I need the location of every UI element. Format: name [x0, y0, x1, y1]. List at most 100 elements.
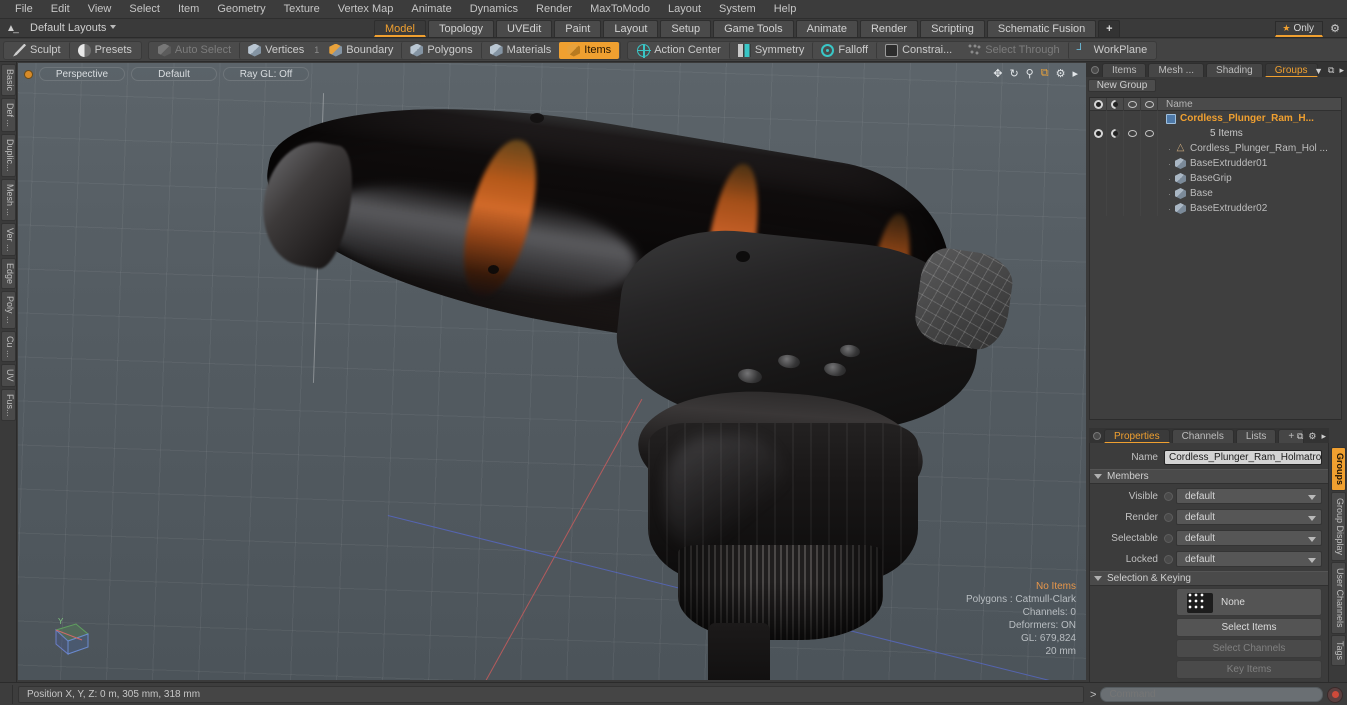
play-icon[interactable]: ▸	[1339, 65, 1344, 76]
tab-topology[interactable]: Topology	[427, 20, 495, 37]
row-visible-toggle[interactable]	[1090, 126, 1107, 141]
left-tab-vertex[interactable]: Ver ...	[1, 222, 16, 257]
row-render-toggle[interactable]	[1107, 201, 1124, 216]
move-icon[interactable]: ✥	[993, 67, 1002, 80]
auto-select-button[interactable]: Auto Select	[150, 42, 239, 59]
left-tab-polygon[interactable]: Poly ...	[1, 291, 16, 329]
viewport-3d[interactable]: Perspective Default Ray GL: Off ✥ ↻ ⚲ ⧉ …	[18, 63, 1086, 680]
tab-scripting[interactable]: Scripting	[920, 20, 985, 37]
panel-tab-groups[interactable]: Groups	[1264, 63, 1318, 77]
tab-render[interactable]: Render	[859, 20, 919, 37]
tab-uvedit[interactable]: UVEdit	[496, 20, 553, 37]
materials-button[interactable]: Materials	[480, 41, 560, 59]
row-selectable-toggle[interactable]	[1124, 126, 1141, 141]
command-input[interactable]	[1100, 687, 1323, 702]
row-render-toggle[interactable]	[1107, 186, 1124, 201]
table-row[interactable]: Cordless_Plunger_Ram_H...	[1090, 111, 1341, 126]
left-tab-edge[interactable]: Edge	[1, 258, 16, 290]
menu-item-render[interactable]: Render	[527, 1, 581, 18]
gear-icon[interactable]: ⚙	[1308, 431, 1316, 442]
selection-keying-section-header[interactable]: Selection & Keying	[1090, 571, 1328, 586]
viewport-menu-dot-icon[interactable]	[24, 69, 33, 79]
selectable-select[interactable]: default	[1176, 530, 1322, 546]
new-group-button[interactable]: New Group	[1088, 79, 1156, 92]
members-section-header[interactable]: Members	[1090, 469, 1328, 484]
key-items-button[interactable]: Key Items	[1176, 660, 1322, 679]
viewport-mode-selector[interactable]: Perspective	[39, 67, 125, 81]
tab-layout[interactable]: Layout	[603, 20, 659, 37]
viewport-raygl-selector[interactable]: Ray GL: Off	[223, 67, 309, 81]
maximize-icon[interactable]: ⧉	[1041, 67, 1049, 80]
boundary-button[interactable]: Boundary	[321, 42, 401, 59]
default-layouts-dropdown[interactable]: Default Layouts	[26, 20, 120, 36]
row-locked-toggle[interactable]	[1141, 141, 1158, 156]
tab-schematic-fusion[interactable]: Schematic Fusion	[986, 20, 1097, 37]
menu-item-dynamics[interactable]: Dynamics	[461, 1, 527, 18]
name-field[interactable]: Cordless_Plunger_Ram_Holmatro	[1164, 449, 1322, 465]
menu-item-texture[interactable]: Texture	[275, 1, 329, 18]
row-locked-toggle[interactable]	[1141, 186, 1158, 201]
items-button[interactable]: Items	[559, 41, 620, 59]
render-select[interactable]: default	[1176, 509, 1322, 525]
left-tab-mesh[interactable]: Mesh ...	[1, 178, 16, 221]
row-locked-toggle[interactable]	[1141, 171, 1158, 186]
row-render-toggle[interactable]	[1107, 111, 1124, 126]
visible-column-header[interactable]	[1090, 97, 1107, 111]
row-selectable-toggle[interactable]	[1124, 141, 1141, 156]
menu-item-select[interactable]: Select	[120, 1, 169, 18]
row-selectable-toggle[interactable]	[1124, 156, 1141, 171]
menu-item-view[interactable]: View	[79, 1, 121, 18]
table-row[interactable]: · BaseGrip	[1090, 171, 1341, 186]
panel-tab-shading[interactable]: Shading	[1206, 63, 1263, 77]
workplane-button[interactable]: ┘ WorkPlane	[1067, 41, 1156, 59]
row-visible-toggle[interactable]	[1090, 171, 1107, 186]
side-tab-user-channels[interactable]: User Channels	[1331, 562, 1346, 634]
menu-item-animate[interactable]: Animate	[402, 1, 460, 18]
selection-mode-button[interactable]: None	[1176, 588, 1322, 616]
tab-game-tools[interactable]: Game Tools	[713, 20, 794, 37]
row-locked-toggle[interactable]	[1141, 201, 1158, 216]
side-tab-tags[interactable]: Tags	[1331, 634, 1346, 666]
menu-item-layout[interactable]: Layout	[659, 1, 710, 18]
gear-icon[interactable]: ⚙	[1056, 67, 1066, 80]
table-row[interactable]: · Base	[1090, 186, 1341, 201]
panel-tab-items[interactable]: Items	[1102, 63, 1147, 77]
locked-column-header[interactable]	[1141, 97, 1158, 111]
table-row[interactable]: · BaseExtrudder01	[1090, 156, 1341, 171]
add-tab-button[interactable]: +	[1098, 20, 1121, 37]
chevron-down-icon[interactable]: ▼	[1314, 66, 1323, 76]
table-row[interactable]: · BaseExtrudder02	[1090, 201, 1341, 216]
visible-select[interactable]: default	[1176, 488, 1322, 504]
vertices-button[interactable]: Vertices	[239, 41, 312, 59]
model-cordless-plunger-ram[interactable]	[18, 63, 1086, 680]
select-through-button[interactable]: Select Through	[960, 42, 1067, 59]
menu-item-item[interactable]: Item	[169, 1, 208, 18]
left-tab-curve[interactable]: Cu ...	[1, 330, 16, 363]
viewport-shading-selector[interactable]: Default	[131, 67, 217, 81]
tab-animate[interactable]: Animate	[795, 20, 858, 37]
row-locked-toggle[interactable]	[1141, 156, 1158, 171]
tab-paint[interactable]: Paint	[554, 20, 602, 37]
row-render-toggle[interactable]	[1107, 171, 1124, 186]
locked-select[interactable]: default	[1176, 551, 1322, 567]
play-icon[interactable]: ▸	[1072, 67, 1078, 80]
menu-item-system[interactable]: System	[710, 1, 765, 18]
falloff-button[interactable]: Falloff	[812, 41, 876, 59]
constraint-button[interactable]: Constrai...	[876, 41, 960, 59]
row-selectable-toggle[interactable]	[1124, 186, 1141, 201]
row-selectable-toggle[interactable]	[1124, 201, 1141, 216]
select-items-button[interactable]: Select Items	[1176, 618, 1322, 637]
left-tab-fusion[interactable]: Fus...	[1, 388, 16, 422]
table-row[interactable]: · △ Cordless_Plunger_Ram_Hol ...	[1090, 141, 1341, 156]
properties-menu-dot-icon[interactable]	[1093, 432, 1101, 440]
selectable-column-header[interactable]	[1124, 97, 1141, 111]
row-visible-toggle[interactable]	[1090, 186, 1107, 201]
zoom-icon[interactable]: ⚲	[1026, 67, 1034, 80]
tab-properties[interactable]: Properties	[1104, 429, 1170, 443]
expand-icon[interactable]: ⧉	[1297, 431, 1303, 442]
menu-item-maxtomodo[interactable]: MaxToModo	[581, 1, 659, 18]
row-render-toggle[interactable]	[1107, 141, 1124, 156]
left-tab-uv[interactable]: UV	[1, 364, 16, 387]
select-channels-button[interactable]: Select Channels	[1176, 639, 1322, 658]
row-visible-toggle[interactable]	[1090, 201, 1107, 216]
